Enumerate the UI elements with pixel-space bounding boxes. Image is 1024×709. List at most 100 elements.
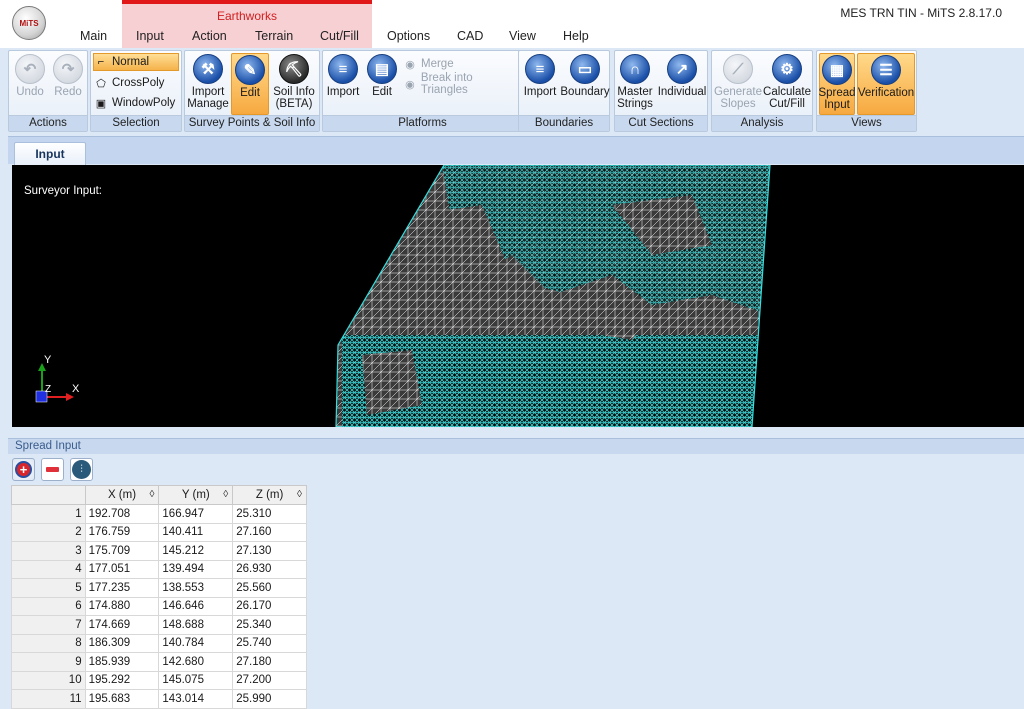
verification-button[interactable]: ☰ Verification	[857, 53, 915, 115]
crosspoly-button[interactable]: ⬠ CrossPoly	[94, 74, 164, 92]
master-strings-label-2: Strings	[617, 98, 653, 110]
undo-button[interactable]: ↶ Undo	[13, 53, 47, 115]
x-value-cell[interactable]: 175.709	[84, 541, 160, 561]
z-value-cell[interactable]: 25.310	[232, 504, 307, 524]
table-row[interactable]: 4 177.051 139.494 26.930	[11, 559, 307, 579]
table-row[interactable]: 11 195.683 143.014 25.990	[11, 689, 307, 709]
tab-options[interactable]: Options	[387, 29, 430, 43]
y-value-cell[interactable]: 142.680	[158, 652, 234, 672]
tab-view[interactable]: View	[509, 29, 536, 43]
boundary-button[interactable]: ▭ Boundary	[560, 53, 610, 115]
y-value-cell[interactable]: 146.646	[158, 596, 234, 616]
windowpoly-button[interactable]: ▣ WindowPoly	[94, 94, 175, 112]
calculate-cut-fill-button[interactable]: ⚙ Calculate Cut/Fill	[762, 53, 812, 115]
remove-row-button[interactable]	[41, 458, 64, 481]
tab-input[interactable]: Input	[136, 29, 164, 43]
platform-edit-label: Edit	[372, 86, 392, 98]
column-header-z[interactable]: Z (m) ◊	[232, 485, 307, 505]
table-row[interactable]: 1 192.708 166.947 25.310	[11, 504, 307, 524]
table-row[interactable]: 9 185.939 142.680 27.180	[11, 652, 307, 672]
boundary-icon: ▭	[570, 54, 600, 84]
y-value-cell[interactable]: 143.014	[158, 689, 234, 709]
y-value-cell[interactable]: 138.553	[158, 578, 234, 598]
merge-label: Merge	[421, 58, 454, 70]
table-row[interactable]: 8 186.309 140.784 25.740	[11, 633, 307, 653]
y-value-cell[interactable]: 145.212	[158, 541, 234, 561]
generate-slopes-button[interactable]: ⟋ Generate Slopes	[714, 53, 762, 115]
x-value-cell[interactable]: 192.708	[84, 504, 160, 524]
break-triangles-button[interactable]: ◉ Break into Triangles	[403, 72, 522, 96]
sort-icon[interactable]: ◊	[223, 489, 228, 500]
import-manage-button[interactable]: ⚒ Import Manage	[187, 53, 229, 115]
y-axis-label: Y	[44, 354, 52, 366]
z-value-cell[interactable]: 25.560	[232, 578, 307, 598]
soil-info-button[interactable]: ⛏ Soil Info (BETA)	[271, 53, 317, 115]
y-value-cell[interactable]: 148.688	[158, 615, 234, 635]
x-value-cell[interactable]: 174.669	[84, 615, 160, 635]
column-settings-button[interactable]: ⫶	[70, 458, 93, 481]
tab-terrain[interactable]: Terrain	[255, 29, 293, 43]
y-value-cell[interactable]: 139.494	[158, 559, 234, 579]
document-tab-input[interactable]: Input	[14, 142, 86, 165]
tab-main[interactable]: Main	[80, 29, 107, 43]
x-value-cell[interactable]: 185.939	[84, 652, 160, 672]
x-axis-label: X	[72, 383, 80, 395]
z-value-cell[interactable]: 26.930	[232, 559, 307, 579]
platform-edit-button[interactable]: ▤ Edit	[365, 53, 399, 115]
x-value-cell[interactable]: 176.759	[84, 522, 160, 542]
merge-button[interactable]: ◉ Merge	[403, 55, 454, 73]
master-strings-button[interactable]: ∩ Master Strings	[617, 53, 653, 115]
row-number-header	[11, 485, 86, 505]
x-value-cell[interactable]: 186.309	[84, 633, 160, 653]
row-number-cell: 5	[11, 578, 86, 598]
boundary-import-button[interactable]: ≡ Import	[521, 53, 559, 115]
row-number-cell: 11	[11, 689, 86, 709]
redo-button[interactable]: ↷ Redo	[51, 53, 85, 115]
y-value-cell[interactable]: 166.947	[158, 504, 234, 524]
tab-action[interactable]: Action	[192, 29, 227, 43]
x-value-cell[interactable]: 195.292	[84, 670, 160, 690]
y-value-cell[interactable]: 145.075	[158, 670, 234, 690]
ribbon: ↶ Undo ↷ Redo Actions ⌐ Normal ⬠ CrossPo…	[8, 48, 1024, 134]
x-value-cell[interactable]: 177.235	[84, 578, 160, 598]
z-value-cell[interactable]: 27.180	[232, 652, 307, 672]
app-logo[interactable]: MiTS	[12, 6, 46, 40]
y-value-cell[interactable]: 140.411	[158, 522, 234, 542]
x-value-cell[interactable]: 174.880	[84, 596, 160, 616]
z-value-cell[interactable]: 27.200	[232, 670, 307, 690]
sort-icon[interactable]: ◊	[297, 489, 302, 500]
table-row[interactable]: 6 174.880 146.646 26.170	[11, 596, 307, 616]
table-row[interactable]: 2 176.759 140.411 27.160	[11, 522, 307, 542]
z-value-cell[interactable]: 25.740	[232, 633, 307, 653]
z-value-cell[interactable]: 25.990	[232, 689, 307, 709]
spread-input-button[interactable]: ▦ Spread Input	[818, 53, 856, 115]
normal-selection-button[interactable]: ⌐ Normal	[93, 53, 179, 71]
verification-label: Verification	[857, 87, 915, 99]
y-value-cell[interactable]: 140.784	[158, 633, 234, 653]
z-value-cell[interactable]: 27.130	[232, 541, 307, 561]
tab-cut-fill[interactable]: Cut/Fill	[320, 29, 359, 43]
platform-import-button[interactable]: ≡ Import	[325, 53, 361, 115]
table-row[interactable]: 3 175.709 145.212 27.130	[11, 541, 307, 561]
z-value-cell[interactable]: 25.340	[232, 615, 307, 635]
column-header-y[interactable]: Y (m) ◊	[158, 485, 234, 505]
add-row-button[interactable]: +	[12, 458, 35, 481]
survey-edit-button[interactable]: ✎ Edit	[231, 53, 269, 115]
x-value-cell[interactable]: 177.051	[84, 559, 160, 579]
tin-mesh	[336, 165, 770, 427]
individual-button[interactable]: ↗ Individual	[657, 53, 707, 115]
sort-icon[interactable]: ◊	[149, 489, 154, 500]
tab-help[interactable]: Help	[563, 29, 589, 43]
table-row[interactable]: 7 174.669 148.688 25.340	[11, 615, 307, 635]
cad-viewport[interactable]: Surveyor Input: Y X Z	[12, 165, 1024, 427]
table-row[interactable]: 10 195.292 145.075 27.200	[11, 670, 307, 690]
x-value-cell[interactable]: 195.683	[84, 689, 160, 709]
column-header-x[interactable]: X (m) ◊	[84, 485, 160, 505]
tab-cad[interactable]: CAD	[457, 29, 483, 43]
z-value-cell[interactable]: 27.160	[232, 522, 307, 542]
group-selection: ⌐ Normal ⬠ CrossPoly ▣ WindowPoly Select…	[90, 50, 182, 132]
row-number-cell: 6	[11, 596, 86, 616]
table-row[interactable]: 5 177.235 138.553 25.560	[11, 578, 307, 598]
tin-mesh-drawing	[35, 165, 771, 427]
z-value-cell[interactable]: 26.170	[232, 596, 307, 616]
